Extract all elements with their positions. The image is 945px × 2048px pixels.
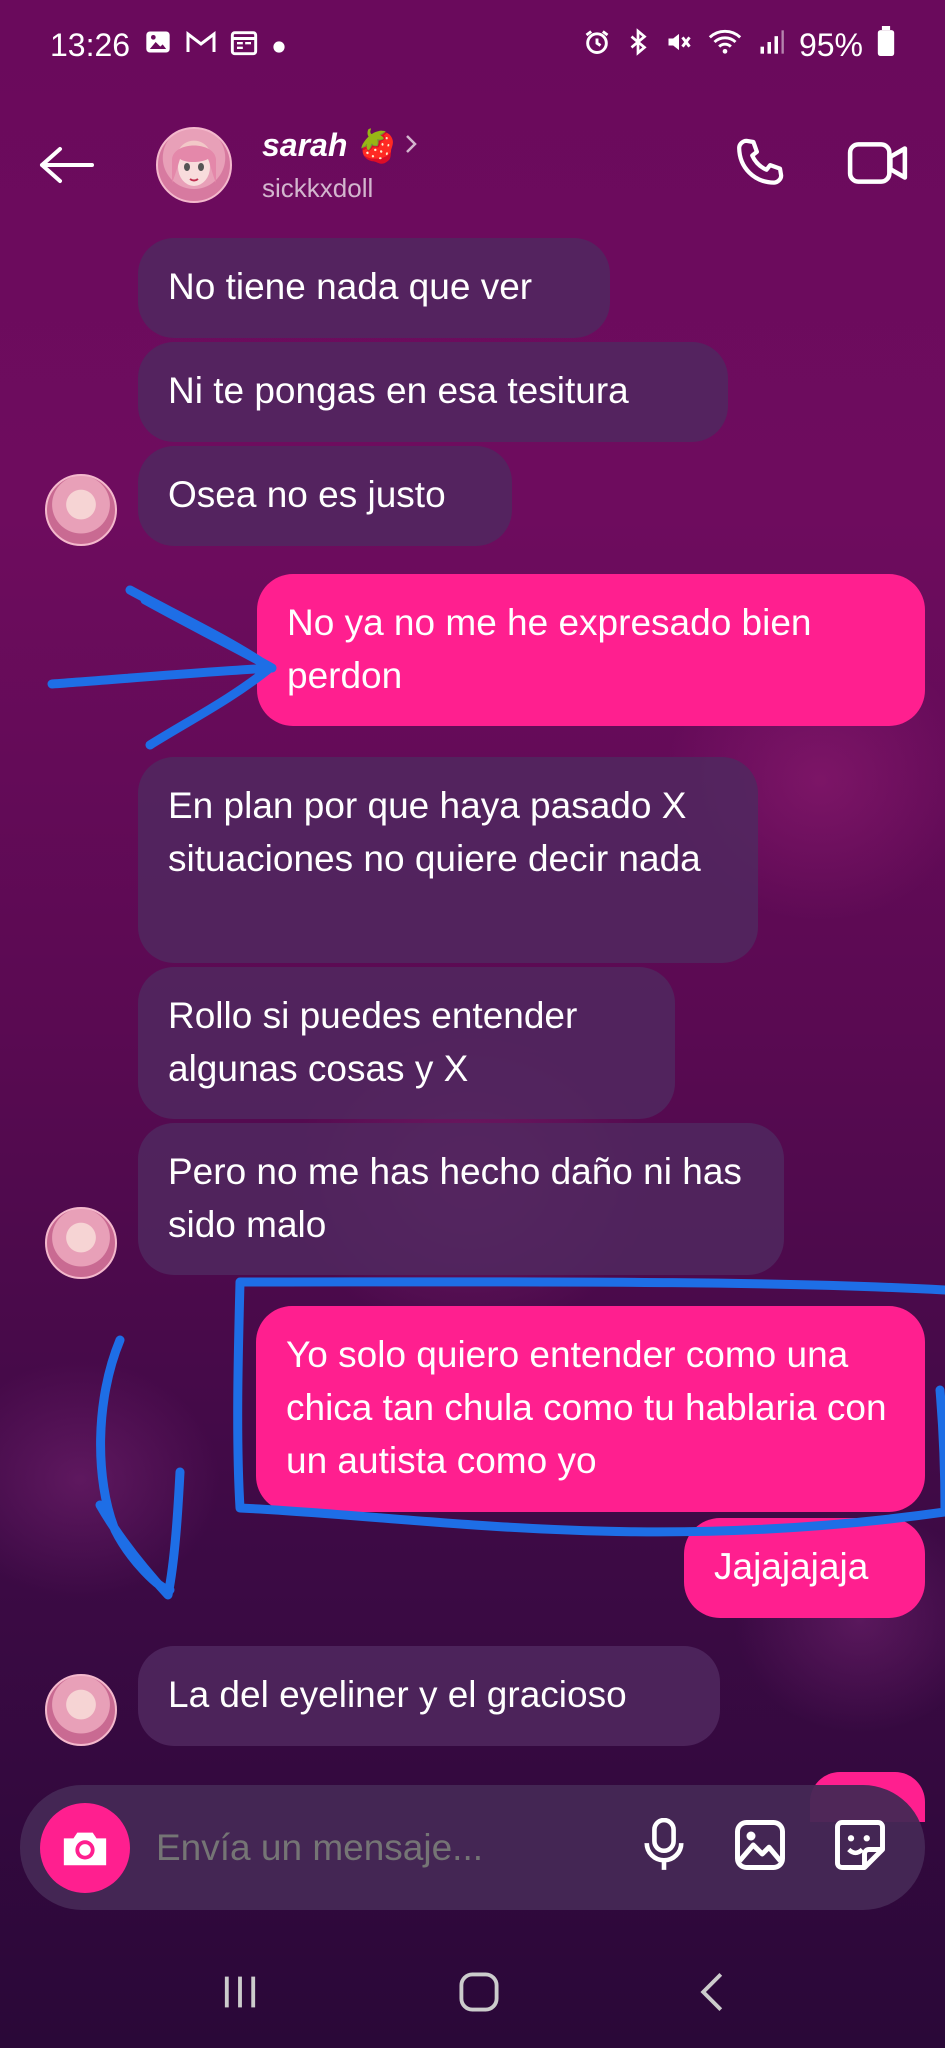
phone-icon[interactable] — [731, 135, 787, 196]
contact-name: sarah — [262, 127, 348, 163]
home-icon[interactable] — [457, 1970, 501, 2019]
video-icon[interactable] — [847, 139, 909, 192]
contact-info[interactable]: sarah 🍓 sickkxdoll — [262, 127, 419, 204]
sender-avatar[interactable] — [45, 1207, 117, 1279]
gallery-icon[interactable] — [733, 1818, 787, 1877]
message-received[interactable]: La del eyeliner y el gracioso — [138, 1646, 720, 1746]
message-sent[interactable]: Jajajajaja — [684, 1518, 925, 1618]
message-sent[interactable]: No ya no me he expresado bien perdon — [257, 574, 925, 726]
message-received[interactable]: En plan por que haya pasado X situacione… — [138, 757, 758, 963]
message-received[interactable]: Ni te pongas en esa tesitura — [138, 342, 728, 442]
chat-header: sarah 🍓 sickkxdoll — [0, 90, 945, 240]
back-arrow-icon[interactable] — [36, 135, 96, 195]
wifi-icon — [707, 27, 743, 64]
image-icon — [144, 28, 172, 63]
dot-icon — [272, 29, 286, 61]
chevron-right-icon — [403, 127, 419, 164]
message-composer — [20, 1785, 925, 1910]
down-arrow-annotation — [95, 1335, 185, 1600]
recent-apps-icon[interactable] — [218, 1972, 262, 2017]
mute-icon — [665, 27, 693, 64]
message-received[interactable]: Pero no me has hecho daño ni has sido ma… — [138, 1123, 784, 1275]
message-received[interactable]: Osea no es justo — [138, 446, 512, 546]
sender-avatar[interactable] — [45, 1674, 117, 1746]
battery-icon — [877, 26, 895, 64]
contact-avatar[interactable] — [156, 127, 232, 203]
battery-text: 95% — [798, 26, 863, 63]
system-navbar — [0, 1940, 945, 2048]
status-time: 13:26 — [50, 26, 131, 63]
gmail-icon — [186, 29, 216, 62]
message-received[interactable]: Rollo si puedes entender algunas cosas y… — [138, 967, 675, 1119]
message-sent[interactable]: Yo solo quiero entender como una chica t… — [256, 1306, 925, 1512]
strawberry-emoji: 🍓 — [355, 127, 396, 164]
message-input[interactable] — [154, 1825, 641, 1870]
status-bar: 13:26 95% — [0, 0, 945, 90]
composer-actions — [641, 1817, 887, 1877]
contact-name-row[interactable]: sarah 🍓 — [262, 127, 419, 165]
signal-icon — [757, 27, 785, 64]
camera-icon[interactable] — [40, 1802, 130, 1893]
sticker-icon[interactable] — [833, 1818, 887, 1877]
sender-avatar[interactable] — [45, 474, 117, 546]
back-icon[interactable] — [697, 1970, 727, 2019]
status-left: 13:26 — [50, 27, 286, 64]
alarm-icon — [583, 27, 611, 64]
status-right: 95% — [583, 26, 895, 64]
microphone-icon[interactable] — [641, 1817, 687, 1877]
arrow-annotation — [47, 585, 277, 750]
contact-handle: sickkxdoll — [262, 172, 374, 203]
message-received[interactable]: No tiene nada que ver — [138, 238, 610, 338]
bluetooth-icon — [625, 27, 651, 64]
header-actions — [731, 135, 909, 196]
calendar-icon — [230, 28, 258, 63]
